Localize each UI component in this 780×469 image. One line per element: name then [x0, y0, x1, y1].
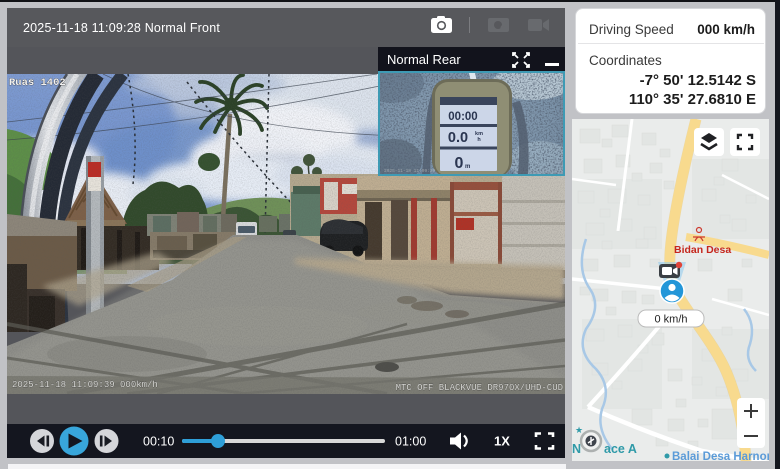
svg-text:Ruas 1402: Ruas 1402: [9, 77, 66, 89]
svg-text:0: 0: [455, 155, 464, 172]
svg-text:0 km/h: 0 km/h: [654, 314, 687, 326]
svg-text:2025-11-18 11:09:39 000km/h: 2025-11-18 11:09:39 000km/h: [12, 380, 158, 390]
svg-text:N: N: [572, 442, 581, 456]
svg-text:MTC OFF BLACKVUE DR970X/UHD-CU: MTC OFF BLACKVUE DR970X/UHD-CUD: [396, 383, 563, 393]
svg-text:00:10: 00:10: [143, 435, 174, 449]
svg-text:Bidan Desa: Bidan Desa: [674, 244, 731, 256]
svg-text:ace A: ace A: [604, 442, 637, 456]
svg-text:2025-11-18 11:09:39: 2025-11-18 11:09:39: [384, 168, 436, 174]
svg-text:0.0: 0.0: [448, 130, 468, 146]
svg-text:00:00: 00:00: [448, 111, 477, 123]
svg-text:1X: 1X: [494, 434, 510, 449]
svg-text:m: m: [465, 164, 470, 170]
svg-text:★: ★: [575, 425, 583, 435]
svg-text:Balai Desa Harnom: Balai Desa Harnom: [672, 451, 769, 461]
svg-text:01:00: 01:00: [395, 435, 426, 449]
